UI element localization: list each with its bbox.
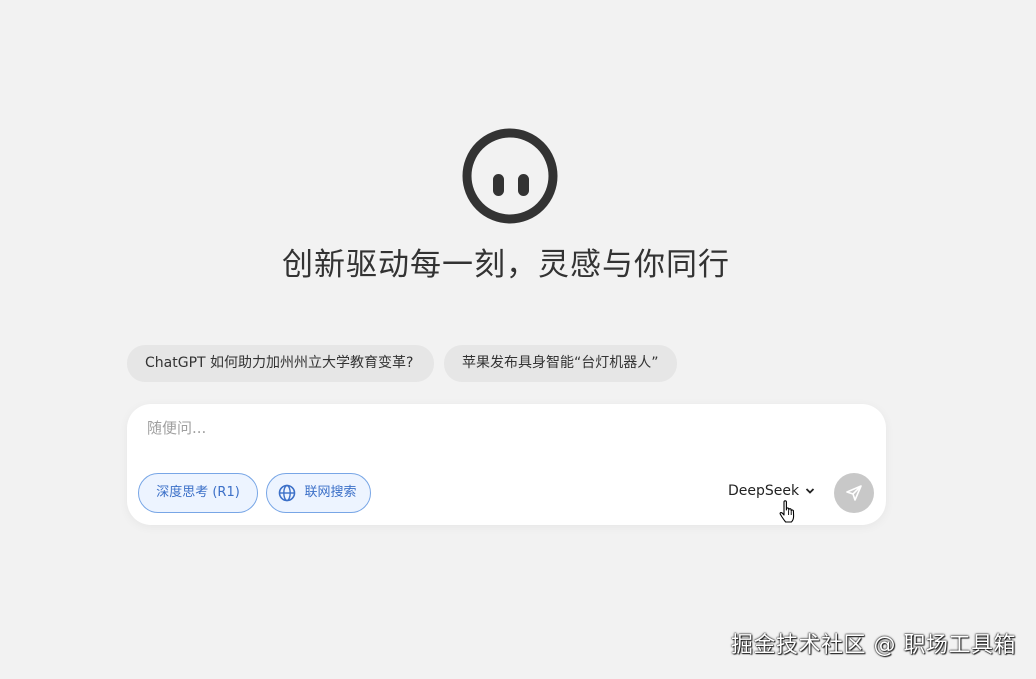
suggestion-chip-2[interactable]: 苹果发布具身智能“台灯机器人”	[444, 345, 677, 382]
model-label: DeepSeek	[728, 483, 800, 499]
model-selector[interactable]: DeepSeek	[728, 483, 815, 499]
send-icon	[846, 485, 862, 501]
face-logo-icon	[462, 128, 558, 224]
deep-think-button[interactable]: 深度思考 (R1)	[138, 473, 258, 513]
globe-icon	[278, 484, 296, 502]
chat-composer: 深度思考 (R1) 联网搜索 DeepSeek	[127, 404, 886, 525]
chat-input[interactable]	[145, 418, 709, 438]
page-title: 创新驱动每一刻，灵感与你同行	[282, 247, 730, 283]
send-button[interactable]	[834, 473, 874, 513]
suggestion-chip-1[interactable]: ChatGPT 如何助力加州州立大学教育变革?	[127, 345, 434, 382]
chevron-down-icon	[805, 488, 815, 494]
hand-pointer-cursor-icon	[779, 500, 795, 523]
web-search-button[interactable]: 联网搜索	[266, 473, 371, 513]
watermark: 掘金技术社区 @ 职场工具箱	[731, 633, 1016, 658]
web-search-label: 联网搜索	[304, 485, 357, 500]
